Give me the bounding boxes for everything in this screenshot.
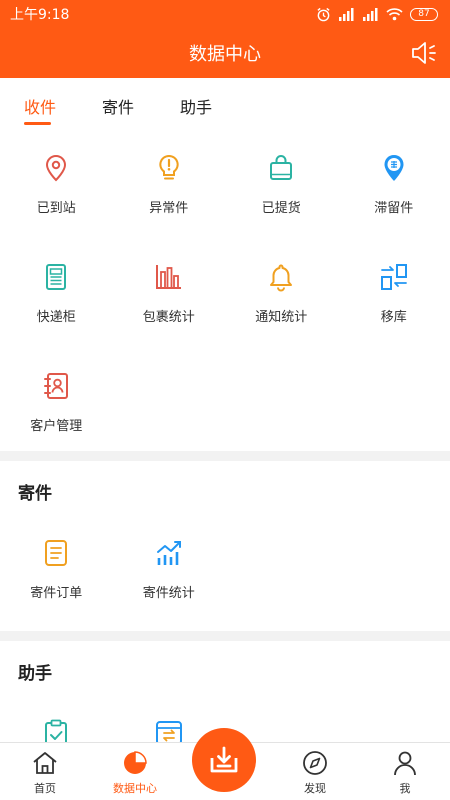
grid-item-label: 已到站: [36, 201, 76, 216]
box-exchange-icon: [155, 721, 182, 742]
grid-item-label: 异常件: [149, 201, 189, 216]
grid-item-label: 快递柜: [36, 310, 76, 325]
assistant-card: 助手: [0, 641, 450, 742]
grid-item-customers[interactable]: 客户管理: [0, 354, 113, 463]
alarm-icon: [317, 7, 330, 21]
receive-card: 收件 寄件 助手 已到站 异常件 已提货 滞留件 快递柜 包裹统计 通知统计 移…: [0, 78, 450, 451]
signal-hd-icon: [339, 8, 354, 21]
nav-me[interactable]: 我: [360, 743, 450, 800]
bar-chart-icon: [155, 265, 181, 289]
grid-item-label: 已提货: [261, 201, 301, 216]
grid-item-label: 包裹统计: [142, 310, 195, 325]
signal-icon: [363, 8, 378, 21]
section-title-assistant: 助手: [18, 664, 52, 684]
nav-discover[interactable]: 发现: [270, 743, 360, 800]
compass-icon: [303, 751, 327, 775]
trend-chart-icon: [156, 541, 181, 565]
grid-item-notice-stats[interactable]: 通知统计: [225, 245, 338, 354]
clipboard-check-icon: [45, 719, 68, 742]
grid-item-send-orders[interactable]: 寄件订单: [0, 521, 113, 630]
grid-item-label: 滞留件: [374, 201, 414, 216]
nav-label: 首页: [34, 782, 56, 795]
shopping-bag-icon: [270, 155, 293, 180]
nav-data-center[interactable]: 数据中心: [90, 743, 180, 800]
content-area: 收件 寄件 助手 已到站 异常件 已提货 滞留件 快递柜 包裹统计 通知统计 移…: [0, 78, 450, 742]
status-icons: 87: [316, 7, 438, 22]
download-button[interactable]: [192, 728, 256, 792]
grid-item-stranded[interactable]: 滞留件: [338, 136, 450, 245]
contact-book-icon: [44, 373, 69, 399]
grid-item-label: 移库: [380, 310, 407, 325]
wifi-icon: [386, 8, 403, 21]
order-doc-icon: [45, 540, 68, 566]
page-title: 数据中心: [189, 44, 261, 65]
grid-item-label: 寄件统计: [142, 586, 195, 601]
grid-item-abnormal[interactable]: 异常件: [113, 136, 226, 245]
tab-assistant[interactable]: 助手: [180, 78, 258, 136]
grid-item-picked-up[interactable]: 已提货: [225, 136, 338, 245]
send-card: 寄件 寄件订单 寄件统计: [0, 461, 450, 631]
location-pin-icon: [46, 154, 67, 182]
download-icon: [210, 746, 238, 773]
lightbulb-warning-icon: [159, 154, 179, 180]
tab-send[interactable]: 寄件: [102, 78, 180, 136]
grid-item-label: 通知统计: [255, 310, 308, 325]
nav-label: 发现: [304, 782, 326, 795]
grid-item-arrived[interactable]: 已到站: [0, 136, 113, 245]
bell-icon: [270, 264, 293, 292]
battery-icon: 87: [410, 7, 438, 21]
stranded-pin-icon: [384, 155, 404, 181]
speaker-icon[interactable]: [410, 40, 438, 66]
status-time: 上午9:18: [10, 7, 70, 23]
grid-item-transfer[interactable]: 移库: [338, 245, 450, 354]
receive-grid: 已到站 异常件 已提货 滞留件 快递柜 包裹统计 通知统计 移库 客户管理: [0, 136, 450, 463]
grid-item-package-stats[interactable]: 包裹统计: [113, 245, 226, 354]
grid-item-send-stats[interactable]: 寄件统计: [113, 521, 226, 630]
grid-item-locker[interactable]: 快递柜: [0, 245, 113, 354]
nav-label: 我: [399, 782, 411, 795]
nav-label: 数据中心: [113, 782, 157, 795]
locker-icon: [46, 264, 67, 290]
transfer-icon: [380, 264, 407, 290]
tab-bar: 收件 寄件 助手: [0, 78, 450, 136]
nav-home[interactable]: 首页: [0, 743, 90, 800]
grid-item-label: 寄件订单: [30, 586, 83, 601]
grid-item-label: 客户管理: [30, 419, 83, 434]
tab-receive[interactable]: 收件: [24, 78, 102, 136]
grid-item-assistant-task[interactable]: [0, 701, 113, 742]
home-icon: [33, 752, 57, 774]
status-bar: 上午9:18 87: [0, 0, 450, 28]
section-title-send: 寄件: [18, 484, 52, 504]
title-bar: 数据中心: [0, 28, 450, 78]
user-icon: [394, 751, 416, 776]
pie-chart-icon: [124, 751, 147, 774]
send-grid: 寄件订单 寄件统计: [0, 521, 450, 630]
